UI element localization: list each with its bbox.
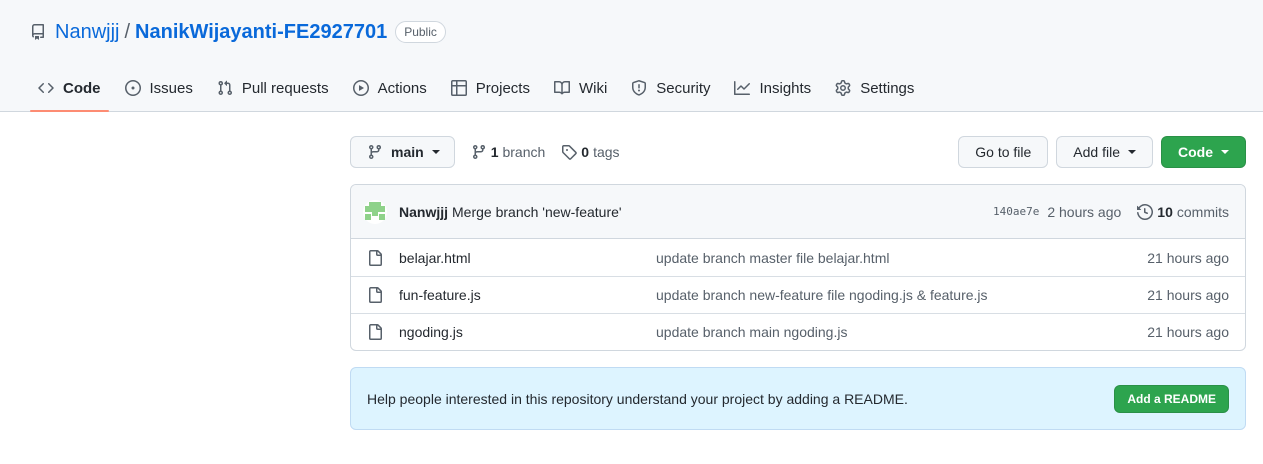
file-icon: [369, 324, 382, 340]
file-age: 21 hours ago: [1147, 249, 1229, 266]
branch-select-button[interactable]: main: [350, 135, 455, 168]
file-name-link[interactable]: ngoding.js: [399, 324, 656, 340]
file-listing: Nanwjjj Merge branch 'new-feature' 140ae…: [350, 184, 1246, 351]
chevron-down-icon: [431, 149, 440, 154]
tab-wiki-label: Wiki: [578, 79, 608, 97]
branch-count: 1: [490, 143, 499, 160]
repo-owner-link[interactable]: Nanwjjj: [55, 21, 119, 44]
tab-actions-label: Actions: [377, 79, 427, 97]
file-commit-link[interactable]: update branch new-feature file ngoding.j…: [656, 287, 1147, 303]
gear-icon: [835, 80, 851, 96]
table-row: fun-feature.js update branch new-feature…: [351, 276, 1245, 313]
history-icon: [1137, 203, 1154, 220]
table-icon: [450, 80, 467, 96]
tab-insights[interactable]: Insights: [726, 66, 819, 110]
add-file-button[interactable]: Add file: [1056, 135, 1153, 168]
tab-security-label: Security: [656, 79, 711, 97]
tab-projects[interactable]: Projects: [443, 66, 538, 110]
branches-link[interactable]: 1 branch: [471, 143, 546, 160]
repo-icon: [30, 24, 46, 40]
file-age: 21 hours ago: [1147, 287, 1229, 303]
tags-link[interactable]: 0 tags: [561, 143, 620, 160]
chevron-down-icon: [1221, 149, 1229, 154]
commit-message[interactable]: Merge branch 'new-feature': [452, 204, 622, 220]
tab-settings[interactable]: Settings: [827, 66, 922, 110]
tab-issues-label: Issues: [149, 79, 193, 97]
commit-count: 10: [1157, 203, 1173, 220]
table-row: belajar.html update branch master file b…: [351, 239, 1245, 276]
commits-history-link[interactable]: 10 commits: [1137, 204, 1229, 220]
file-name-link[interactable]: fun-feature.js: [399, 287, 656, 303]
shield-icon: [632, 80, 647, 96]
go-to-file-button[interactable]: Go to file: [958, 135, 1049, 168]
repo-name-link[interactable]: NanikWijayanti-FE2927701: [135, 21, 387, 44]
readme-message: Help people interested in this repositor…: [367, 390, 908, 407]
chevron-down-icon: [1128, 149, 1136, 154]
avatar[interactable]: [363, 199, 387, 224]
tab-wiki[interactable]: Wiki: [546, 66, 615, 110]
visibility-badge: Public: [395, 21, 446, 43]
commit-author[interactable]: Nanwjjj: [399, 204, 448, 220]
tag-icon: [562, 144, 578, 160]
issue-icon: [124, 80, 141, 96]
repo-nav: Code Issues Pull requests Actions Projec…: [30, 66, 930, 112]
file-name-link[interactable]: belajar.html: [399, 250, 656, 266]
repo-path-separator: /: [124, 20, 131, 43]
pull-request-icon: [218, 80, 232, 96]
file-age: 21 hours ago: [1147, 324, 1229, 340]
tab-settings-label: Settings: [860, 79, 915, 97]
book-icon: [553, 80, 570, 95]
repo-header: Nanwjjj / NanikWijayanti-FE2927701 Publi…: [0, 0, 1263, 112]
add-readme-button[interactable]: Add a README: [1114, 384, 1229, 413]
tab-issues[interactable]: Issues: [117, 66, 201, 110]
file-commit-link[interactable]: update branch main ngoding.js: [656, 324, 1147, 340]
repo-content: main 1 branch 0 tags Go to file Add file…: [350, 135, 1246, 430]
git-branch-icon: [472, 144, 485, 159]
commit-sha[interactable]: 140ae7e: [993, 205, 1039, 218]
file-navigation: main 1 branch 0 tags Go to file Add file…: [350, 135, 1246, 168]
branch-word: branch: [502, 143, 546, 160]
git-branch-icon: [368, 144, 381, 159]
tab-projects-label: Projects: [475, 79, 530, 97]
tab-code-label: Code: [63, 79, 101, 97]
repo-title: Nanwjjj / NanikWijayanti-FE2927701 Publi…: [30, 20, 446, 44]
tag-word: tags: [593, 143, 620, 160]
file-icon: [369, 287, 382, 303]
file-icon: [369, 249, 382, 266]
code-icon: [38, 82, 54, 94]
add-file-label: Add file: [1073, 143, 1120, 160]
file-rows: belajar.html update branch master file b…: [351, 239, 1245, 350]
readme-banner: Help people interested in this repositor…: [350, 367, 1246, 430]
tab-security[interactable]: Security: [623, 66, 718, 110]
code-button-label: Code: [1178, 143, 1213, 160]
tab-code[interactable]: Code: [30, 66, 109, 112]
tag-count: 0: [581, 143, 590, 160]
latest-commit-bar: Nanwjjj Merge branch 'new-feature' 140ae…: [351, 185, 1245, 239]
commit-word: commits: [1176, 203, 1229, 220]
tab-insights-label: Insights: [759, 79, 812, 97]
branch-name: main: [391, 143, 424, 160]
tab-actions[interactable]: Actions: [345, 66, 435, 110]
commit-age: 2 hours ago: [1047, 203, 1122, 220]
tab-pull-requests[interactable]: Pull requests: [209, 66, 337, 110]
graph-icon: [734, 81, 751, 95]
table-row: ngoding.js update branch main ngoding.js…: [351, 313, 1245, 350]
file-commit-link[interactable]: update branch master file belajar.html: [656, 250, 1147, 266]
code-button[interactable]: Code: [1161, 135, 1246, 168]
play-icon: [352, 80, 369, 96]
tab-pull-requests-label: Pull requests: [241, 79, 329, 97]
